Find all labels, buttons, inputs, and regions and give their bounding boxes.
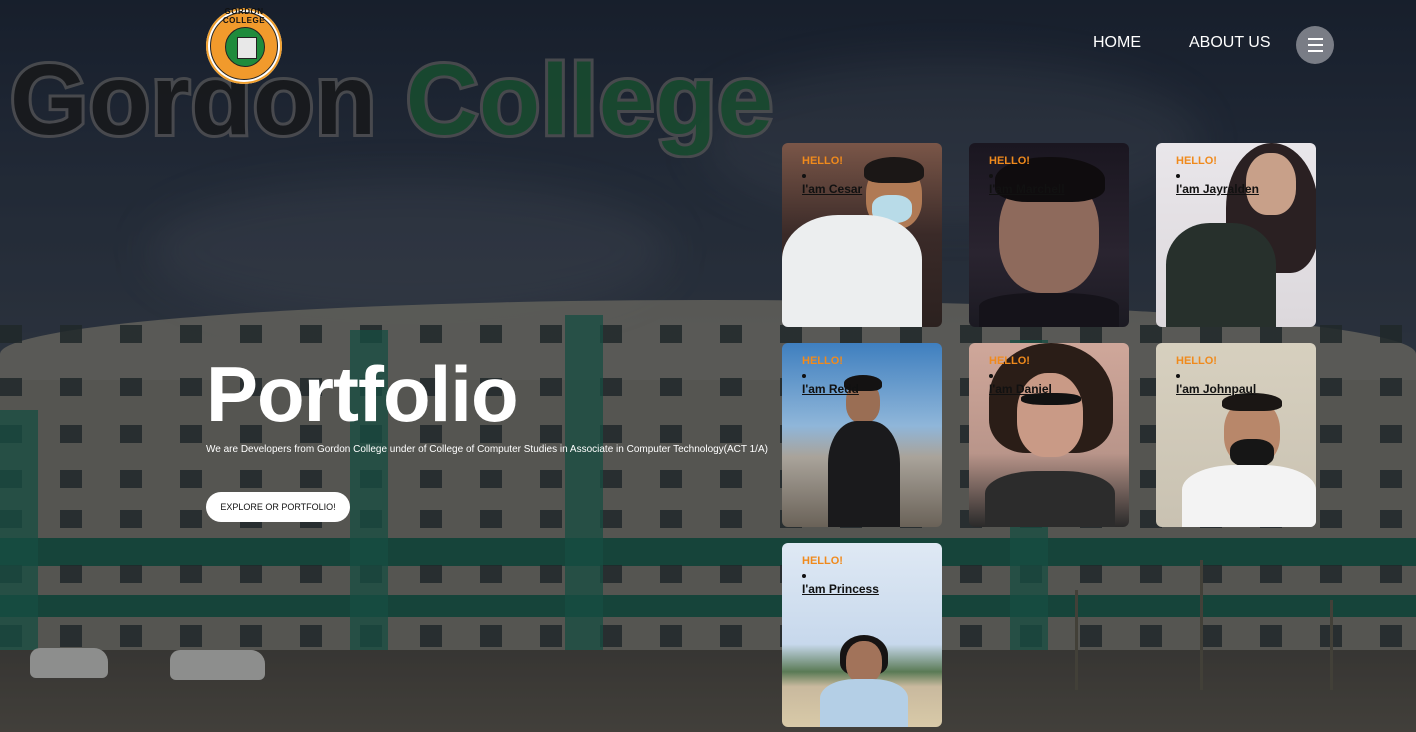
hamburger-icon [1307,50,1323,52]
menu-button[interactable] [1296,26,1334,64]
member-name-link[interactable]: I'am Jayralden [1176,182,1259,196]
shirt [782,215,922,327]
nav-home-link[interactable]: HOME [1093,34,1141,52]
member-name-link[interactable]: I'am Daniel [989,382,1052,396]
hamburger-icon [1307,44,1323,46]
nav-about-link[interactable]: ABOUT US [1189,34,1271,52]
member-card-jayralden[interactable]: HELLO! I'am Jayralden [1156,143,1316,327]
face-mask [1230,439,1274,467]
face [846,641,882,683]
member-name-link[interactable]: I'am Johnpaul [1176,382,1256,396]
member-photo [969,143,1129,327]
member-name-link[interactable]: I'am Redd [802,382,859,396]
member-photo [782,343,942,527]
card-greeting: HELLO! [989,355,1030,367]
logo-text: GORDON COLLEGE [222,7,266,25]
bullet [989,374,993,378]
shirt [820,679,908,727]
shirt [1166,223,1276,327]
member-photo [782,543,942,727]
college-logo[interactable]: GORDON COLLEGE [206,7,282,84]
bullet [1176,174,1180,178]
bullet [1176,374,1180,378]
hamburger-icon [1307,38,1323,40]
card-greeting: HELLO! [802,355,843,367]
page-title: Portfolio [206,350,519,438]
card-greeting: HELLO! [1176,355,1217,367]
bullet [802,574,806,578]
bullet [802,374,806,378]
explore-portfolio-button[interactable]: EXPLORE OR PORTFOLIO! [206,492,350,522]
member-card-johnpaul[interactable]: HELLO! I'am Johnpaul [1156,343,1316,527]
shirt [979,293,1119,327]
card-greeting: HELLO! [802,155,843,167]
member-name-link[interactable]: I'am Cesar [802,182,862,196]
hair [864,157,924,183]
member-card-princess[interactable]: HELLO! I'am Princess [782,543,942,727]
member-name-link[interactable]: I'am Princess [802,582,879,596]
member-card-marchell[interactable]: HELLO! I'am Marchell [969,143,1129,327]
logo-building-icon [237,37,257,59]
member-photo [1156,343,1316,527]
card-greeting: HELLO! [989,155,1030,167]
member-photo [1156,143,1316,327]
member-photo [782,143,942,327]
member-card-redd[interactable]: HELLO! I'am Redd [782,343,942,527]
bullet [802,174,806,178]
shirt [1182,465,1316,527]
member-card-daniel[interactable]: HELLO! I'am Daniel [969,343,1129,527]
member-photo [969,343,1129,527]
hero-subtitle: We are Developers from Gordon College un… [206,444,768,455]
logo-core [225,27,265,67]
member-name-link[interactable]: I'am Marchell [989,182,1065,196]
bullet [989,174,993,178]
card-greeting: HELLO! [1176,155,1217,167]
shirt [985,471,1115,527]
card-greeting: HELLO! [802,555,843,567]
member-card-cesar[interactable]: HELLO! I'am Cesar [782,143,942,327]
shirt [828,421,900,527]
